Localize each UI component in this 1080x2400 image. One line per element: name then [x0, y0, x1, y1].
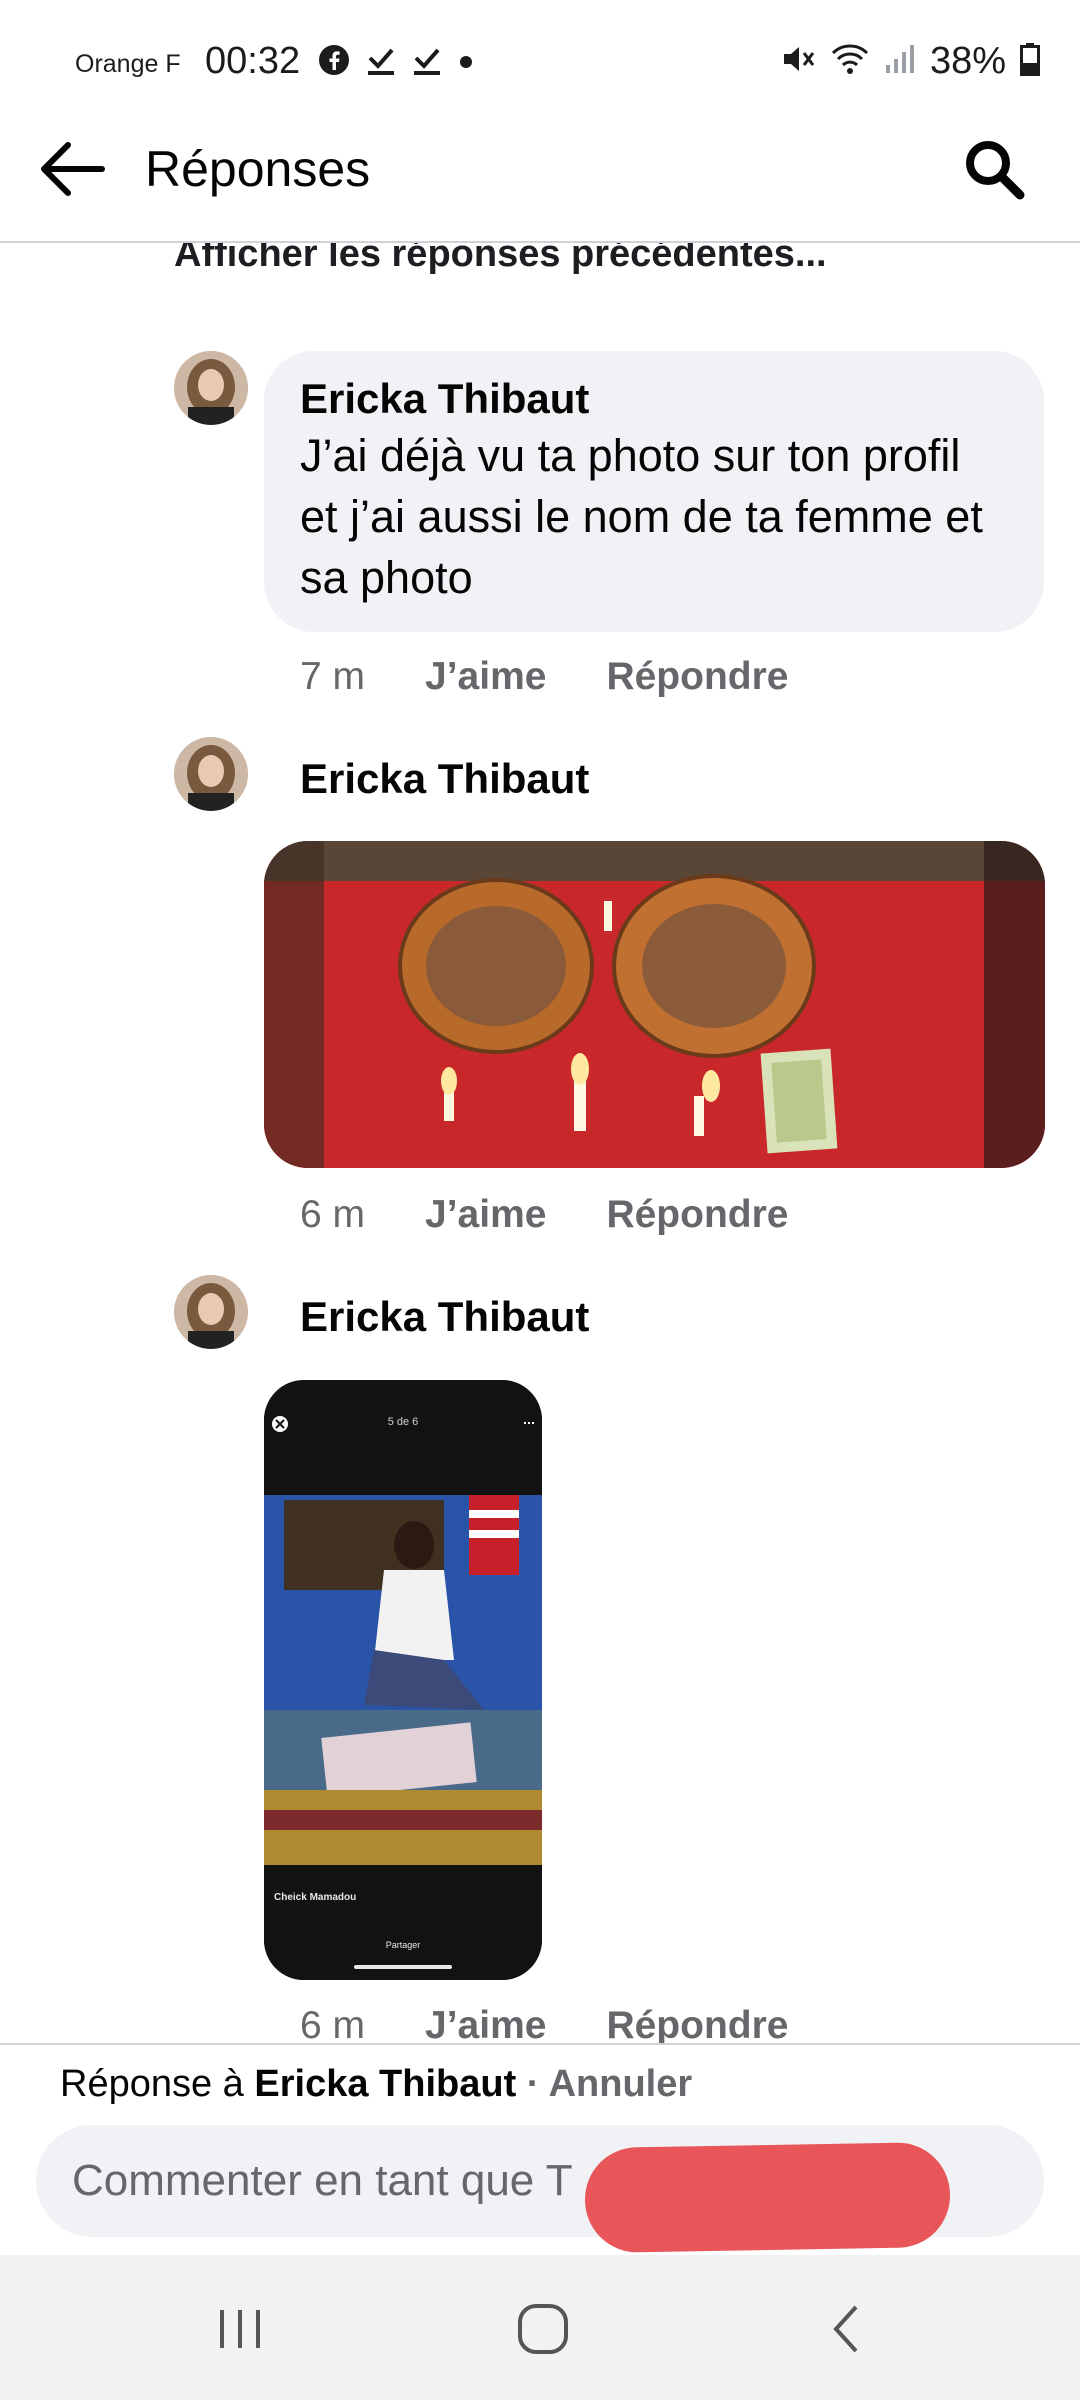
- screenshot-share-label: Partager: [385, 1940, 421, 1950]
- system-nav-bar: [0, 2255, 1080, 2400]
- comment-author[interactable]: Ericka Thibaut: [300, 753, 589, 805]
- comment-time[interactable]: 6 m: [300, 1191, 365, 1239]
- comment-time[interactable]: 7 m: [300, 653, 365, 701]
- arrow-left-icon: [38, 139, 106, 204]
- download-done-icon: [412, 44, 442, 76]
- mute-icon: [780, 41, 816, 82]
- app-bar: Réponses: [0, 125, 1080, 243]
- avatar[interactable]: [174, 1275, 248, 1349]
- facebook-icon: [318, 44, 350, 76]
- reply-target-name: Ericka Thibaut: [254, 2063, 517, 2105]
- home-icon: [515, 2301, 571, 2362]
- reply-button[interactable]: Répondre: [606, 653, 788, 701]
- comment-photo[interactable]: [264, 841, 1045, 1168]
- carrier-label: Orange F: [75, 50, 181, 78]
- redaction-mark: [584, 2141, 951, 2254]
- system-back-button[interactable]: [806, 2291, 886, 2371]
- avatar[interactable]: [174, 737, 248, 811]
- download-done-icon: [366, 44, 396, 76]
- previous-replies-link[interactable]: Afficher les réponses précédentes...: [174, 243, 827, 276]
- chevron-left-icon: [826, 2301, 866, 2362]
- comment-bubble[interactable]: Ericka Thibaut J’ai déjà vu ta photo sur…: [264, 351, 1044, 632]
- home-indicator: [354, 1965, 452, 1969]
- comment-author[interactable]: Ericka Thibaut: [300, 373, 1008, 425]
- reply-button[interactable]: Répondre: [606, 2002, 788, 2043]
- cancel-reply-button[interactable]: Annuler: [549, 2063, 693, 2105]
- comment-actions: 6 m J’aime Répondre: [300, 1191, 788, 1239]
- like-button[interactable]: J’aime: [425, 653, 546, 701]
- wifi-icon: [830, 41, 870, 82]
- recent-apps-icon: [215, 2304, 265, 2359]
- comment-text: J’ai déjà vu ta photo sur ton profil et …: [300, 430, 983, 603]
- home-button[interactable]: [503, 2291, 583, 2371]
- status-right: 38%: [780, 40, 1040, 83]
- replies-list[interactable]: Afficher les réponses précédentes... Eri…: [0, 243, 1080, 2043]
- recent-apps-button[interactable]: [200, 2291, 280, 2371]
- like-button[interactable]: J’aime: [425, 2002, 546, 2043]
- comment-time[interactable]: 6 m: [300, 2002, 365, 2043]
- screenshot-caption-name: Cheick Mamadou: [274, 1892, 357, 1903]
- reply-button[interactable]: Répondre: [606, 1191, 788, 1239]
- screenshot-counter: 5 de 6: [387, 1416, 419, 1428]
- comment-actions: 6 m J’aime Répondre: [300, 2002, 788, 2043]
- avatar[interactable]: [174, 351, 248, 425]
- replying-to-label: Réponse à Ericka Thibaut · Annuler: [60, 2063, 692, 2106]
- search-icon: [962, 137, 1026, 206]
- back-button[interactable]: [36, 135, 108, 207]
- dot-icon: [458, 44, 474, 76]
- notification-icons: [318, 44, 474, 76]
- battery-percent: 38%: [929, 40, 1006, 82]
- status-bar: Orange F 00:32 38%: [0, 0, 1080, 125]
- comment-author[interactable]: Ericka Thibaut: [300, 1291, 589, 1343]
- battery-icon: [1020, 41, 1040, 82]
- like-button[interactable]: J’aime: [425, 1191, 546, 1239]
- signal-icon: [884, 41, 916, 82]
- reply-separator: ·: [516, 2063, 549, 2105]
- clock: 00:32: [205, 40, 301, 82]
- page-title: Réponses: [145, 141, 371, 197]
- reply-prefix: Réponse à: [60, 2063, 255, 2105]
- comment-screenshot-image[interactable]: 5 de 6 Cheick Mamadou Partager: [264, 1380, 542, 1980]
- search-button[interactable]: [956, 133, 1032, 209]
- comment-actions: 7 m J’aime Répondre: [300, 653, 788, 701]
